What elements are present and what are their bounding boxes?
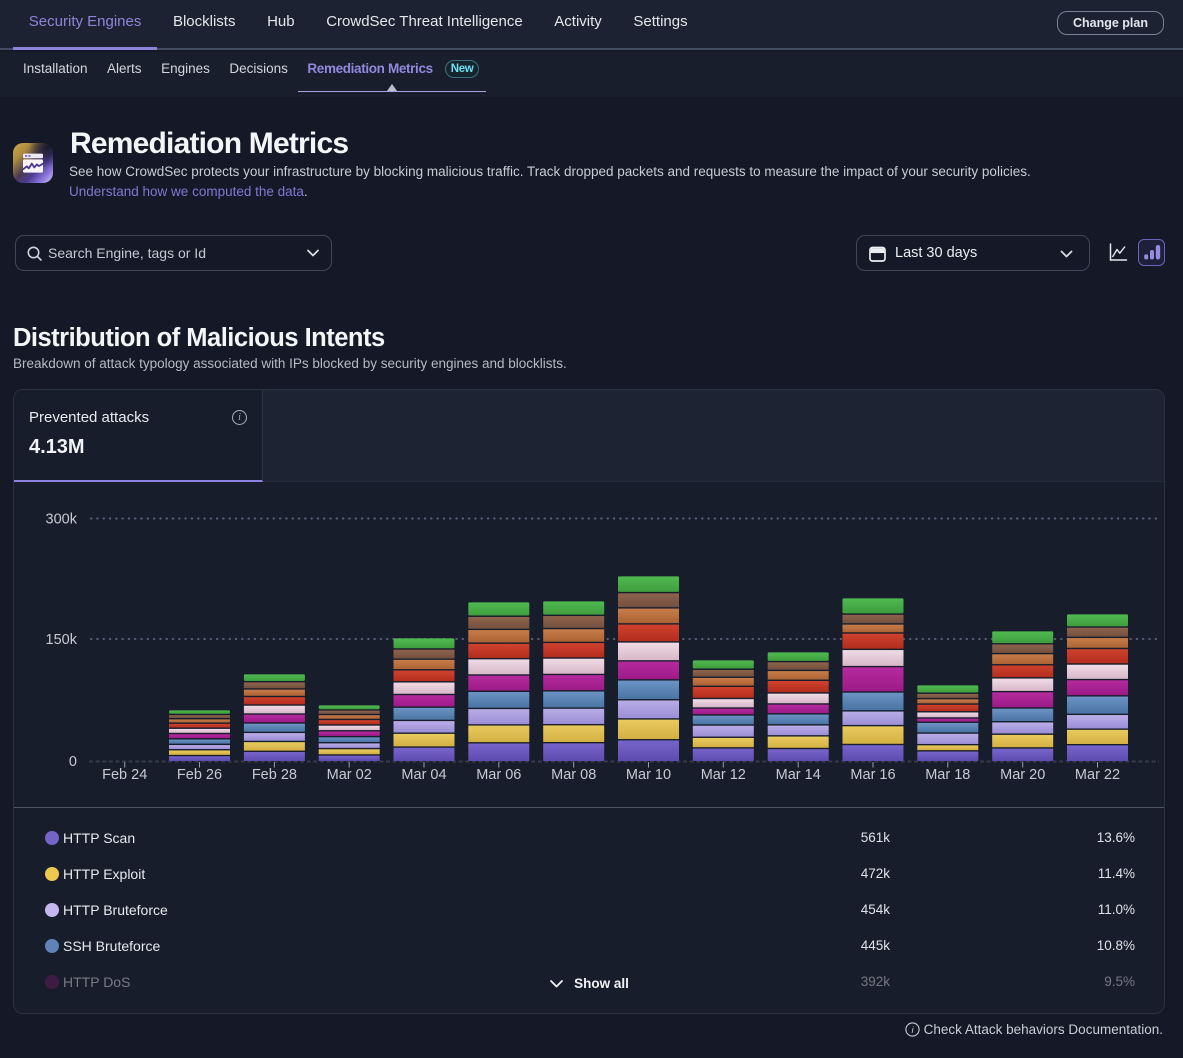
svg-text:0: 0 bbox=[69, 754, 77, 770]
svg-text:Mar 02: Mar 02 bbox=[327, 767, 372, 783]
svg-text:i: i bbox=[911, 1025, 914, 1036]
svg-text:Mar 08: Mar 08 bbox=[551, 767, 596, 783]
svg-text:Mar 14: Mar 14 bbox=[776, 767, 821, 783]
svg-text:Mar 10: Mar 10 bbox=[626, 767, 671, 783]
svg-text:300k: 300k bbox=[46, 512, 78, 528]
svg-text:Mar 04: Mar 04 bbox=[401, 767, 446, 783]
svg-text:Mar 16: Mar 16 bbox=[850, 767, 895, 783]
svg-text:Mar 06: Mar 06 bbox=[476, 767, 521, 783]
svg-text:Mar 18: Mar 18 bbox=[925, 767, 970, 783]
svg-text:Feb 28: Feb 28 bbox=[252, 767, 297, 783]
svg-text:Feb 24: Feb 24 bbox=[102, 767, 147, 783]
svg-text:Feb 26: Feb 26 bbox=[177, 767, 222, 783]
svg-text:Mar 12: Mar 12 bbox=[701, 767, 746, 783]
svg-text:Mar 20: Mar 20 bbox=[1000, 767, 1045, 783]
svg-text:Mar 22: Mar 22 bbox=[1075, 767, 1120, 783]
svg-text:150k: 150k bbox=[46, 632, 78, 648]
